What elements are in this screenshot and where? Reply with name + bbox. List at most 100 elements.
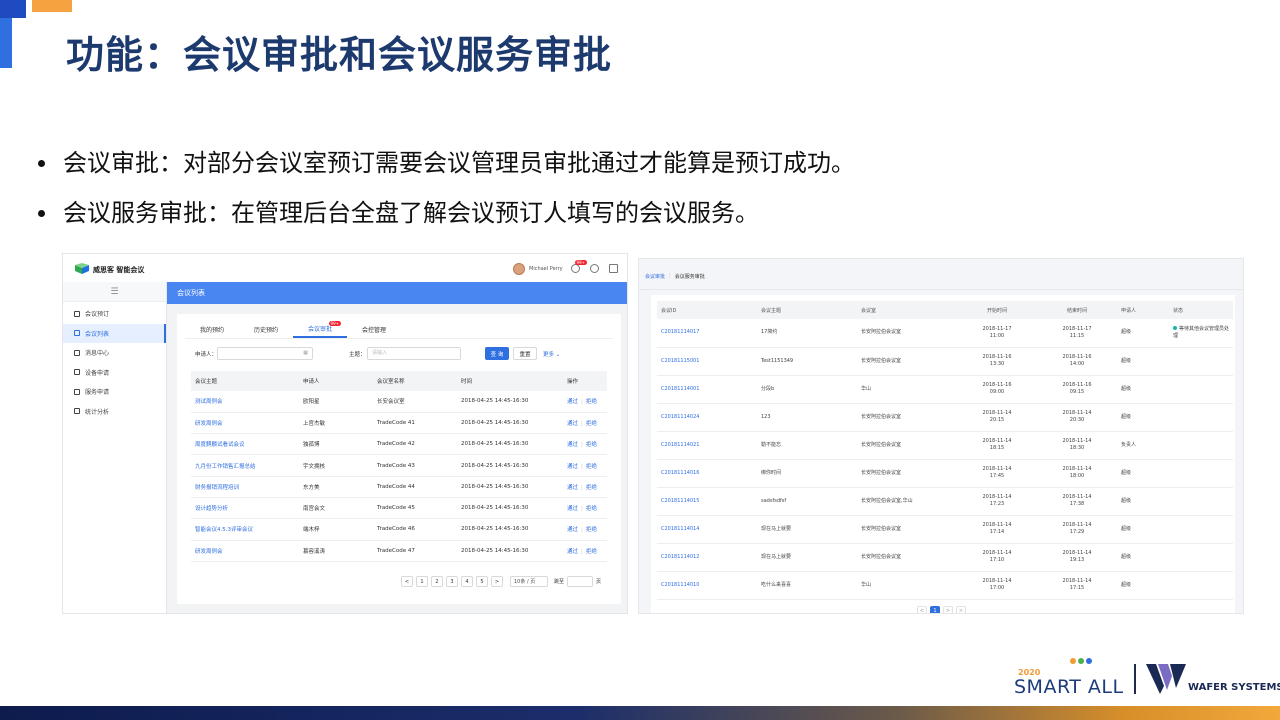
tab-meeting-control[interactable]: 会控管理 [347, 320, 401, 338]
action-separator: | [581, 484, 583, 491]
corner-decoration-accent [32, 0, 72, 12]
start-time-cell: 2018-11-14 17:23 [957, 487, 1037, 516]
language-icon[interactable] [590, 264, 599, 273]
room-cell: 长安阿拉伯会议室 [857, 431, 957, 460]
meeting-topic-link[interactable]: 智能会议4.5.3评审会议 [191, 518, 299, 541]
meeting-topic-link[interactable]: 周度麒麟试看试会议 [191, 433, 299, 456]
approve-link[interactable]: 通过 [567, 399, 578, 405]
meeting-id-link[interactable]: C20181114017 [657, 319, 757, 348]
applicant-select[interactable]: ▦ [217, 347, 313, 360]
start-time-cell: 2018-11-14 17:45 [957, 459, 1037, 488]
meeting-id-link[interactable]: C20181114021 [657, 431, 757, 460]
pagination: < 1 2 3 4 5 > 10条 / 页 跳至 页 [401, 576, 601, 587]
user-profile[interactable]: Michael Perry [513, 263, 563, 275]
page-button[interactable]: 1 [416, 576, 428, 587]
page-button[interactable]: 4 [461, 576, 473, 587]
approve-link[interactable]: 通过 [567, 421, 578, 427]
end-date: 2018-11-14 [1062, 494, 1092, 500]
room-cell: 长安阿拉伯会议室 [857, 543, 957, 572]
search-button[interactable]: 查 询 [485, 347, 509, 360]
column-header: 会议室 [857, 301, 957, 319]
meeting-topic-link[interactable]: 测试周例会 [191, 391, 299, 413]
meeting-topic-link[interactable]: 研发周例会 [191, 540, 299, 562]
meeting-id-link[interactable]: C20181114015 [657, 487, 757, 516]
last-page-button[interactable]: > [956, 606, 966, 613]
actions-cell: 通过 | 拒绝 [563, 433, 607, 456]
end-time: 11:15 [1069, 332, 1085, 339]
reject-link[interactable]: 拒绝 [586, 527, 597, 533]
status-cell [1169, 571, 1233, 600]
column-header: 申请人 [1117, 301, 1169, 319]
approve-link[interactable]: 通过 [567, 549, 578, 555]
sidebar-item-service-request[interactable]: 服务申请 [63, 382, 166, 402]
end-time-cell: 2018-11-14 18:00 [1037, 459, 1117, 488]
reject-link[interactable]: 拒绝 [586, 421, 597, 427]
wrench-icon [74, 369, 80, 376]
applicant-cell: 超级 [1117, 543, 1169, 572]
reject-link[interactable]: 拒绝 [586, 399, 597, 405]
sidebar-item-meeting-list[interactable]: 会议列表 [63, 323, 166, 343]
end-time: 17:29 [1069, 529, 1085, 535]
reject-link[interactable]: 拒绝 [586, 549, 597, 555]
reject-link[interactable]: 拒绝 [586, 506, 597, 512]
meeting-id-link[interactable]: C20181114001 [657, 375, 757, 404]
meeting-topic-link[interactable]: 九月份工作销售汇报总结 [191, 454, 299, 477]
logout-icon[interactable] [609, 264, 618, 273]
next-page-button[interactable]: > [943, 606, 953, 613]
meeting-id-link[interactable]: C20181114016 [657, 459, 757, 488]
topic-input[interactable]: 请输入 [367, 347, 461, 360]
approve-link[interactable]: 通过 [567, 485, 578, 491]
tab-my-bookings[interactable]: 我的预约 [185, 320, 239, 338]
page-button-current[interactable]: 1 [930, 606, 940, 613]
menu-toggle-icon[interactable]: ☰ [63, 282, 166, 302]
jump-page-input[interactable] [567, 576, 594, 587]
bell-icon[interactable]: 99+ [571, 260, 587, 273]
more-filters-link[interactable]: 更多 ⌄ [543, 350, 560, 358]
tab-history[interactable]: 历史预约 [239, 320, 293, 338]
next-page-button[interactable]: > [491, 576, 503, 587]
page-size-select[interactable]: 10条 / 页 [510, 576, 548, 587]
applicant-cell: 超级 [1117, 459, 1169, 488]
avatar[interactable] [513, 263, 525, 275]
meeting-topic-link[interactable]: 财务报销流程培训 [191, 476, 299, 498]
page-button[interactable]: 5 [476, 576, 488, 587]
topic-cell: 分段b [757, 375, 857, 404]
column-header: 会议主题 [191, 371, 299, 391]
meeting-id-link[interactable]: C20181114012 [657, 543, 757, 572]
end-time: 20:30 [1069, 417, 1085, 423]
status-text: 等待其他会议管理员处理 [1173, 325, 1230, 339]
table-header-row: 会议主题 申请人 会议室名称 时间 操作 [191, 371, 607, 391]
page-button[interactable]: 3 [446, 576, 458, 587]
page-button[interactable]: 2 [431, 576, 443, 587]
approve-link[interactable]: 通过 [567, 527, 578, 533]
sidebar-item-messages[interactable]: 消息中心 [63, 343, 166, 363]
reject-link[interactable]: 拒绝 [586, 464, 597, 470]
reset-button[interactable]: 重置 [513, 347, 537, 360]
user-name: Michael Perry [529, 266, 563, 272]
notification-badge: 99+ [574, 260, 587, 265]
meeting-id-link[interactable]: C20181114010 [657, 571, 757, 600]
reject-link[interactable]: 拒绝 [586, 485, 597, 491]
prev-page-button[interactable]: < [401, 576, 413, 587]
reject-link[interactable]: 拒绝 [586, 442, 597, 448]
sidebar-item-booking[interactable]: 会议预订 [63, 304, 166, 324]
sidebar-item-statistics[interactable]: 统计分析 [63, 402, 166, 422]
table-row: 测试周例会 欧阳星 长安会议室 2018-04-25 14:45-16:30 通过 | 拒绝 [191, 391, 607, 413]
tab-meeting-approval[interactable]: 会议审批 99+ [293, 320, 347, 338]
approve-link[interactable]: 通过 [567, 506, 578, 512]
applicant-cell: 宇文拥核 [299, 454, 373, 477]
approve-link[interactable]: 通过 [567, 464, 578, 470]
prev-page-button[interactable]: < [917, 606, 927, 613]
status-cell [1169, 347, 1233, 376]
room-cell: TradeCode 43 [373, 454, 457, 477]
meeting-id-link[interactable]: C20181114014 [657, 515, 757, 544]
meeting-topic-link[interactable]: 设计趋势分析 [191, 497, 299, 520]
status-cell: 等待其他会议管理员处理 [1169, 319, 1233, 348]
meeting-id-link[interactable]: C20181114024 [657, 403, 757, 432]
approve-link[interactable]: 通过 [567, 442, 578, 448]
sidebar-item-device-request[interactable]: 设备申请 [63, 363, 166, 383]
footer-logos: 2020 SMART ALL WAFER SYSTEMS [1012, 656, 1280, 700]
meeting-topic-link[interactable]: 研发周例会 [191, 412, 299, 435]
meeting-id-link[interactable]: C20181115001 [657, 347, 757, 376]
breadcrumb-item[interactable]: 会议审批 [645, 273, 665, 280]
